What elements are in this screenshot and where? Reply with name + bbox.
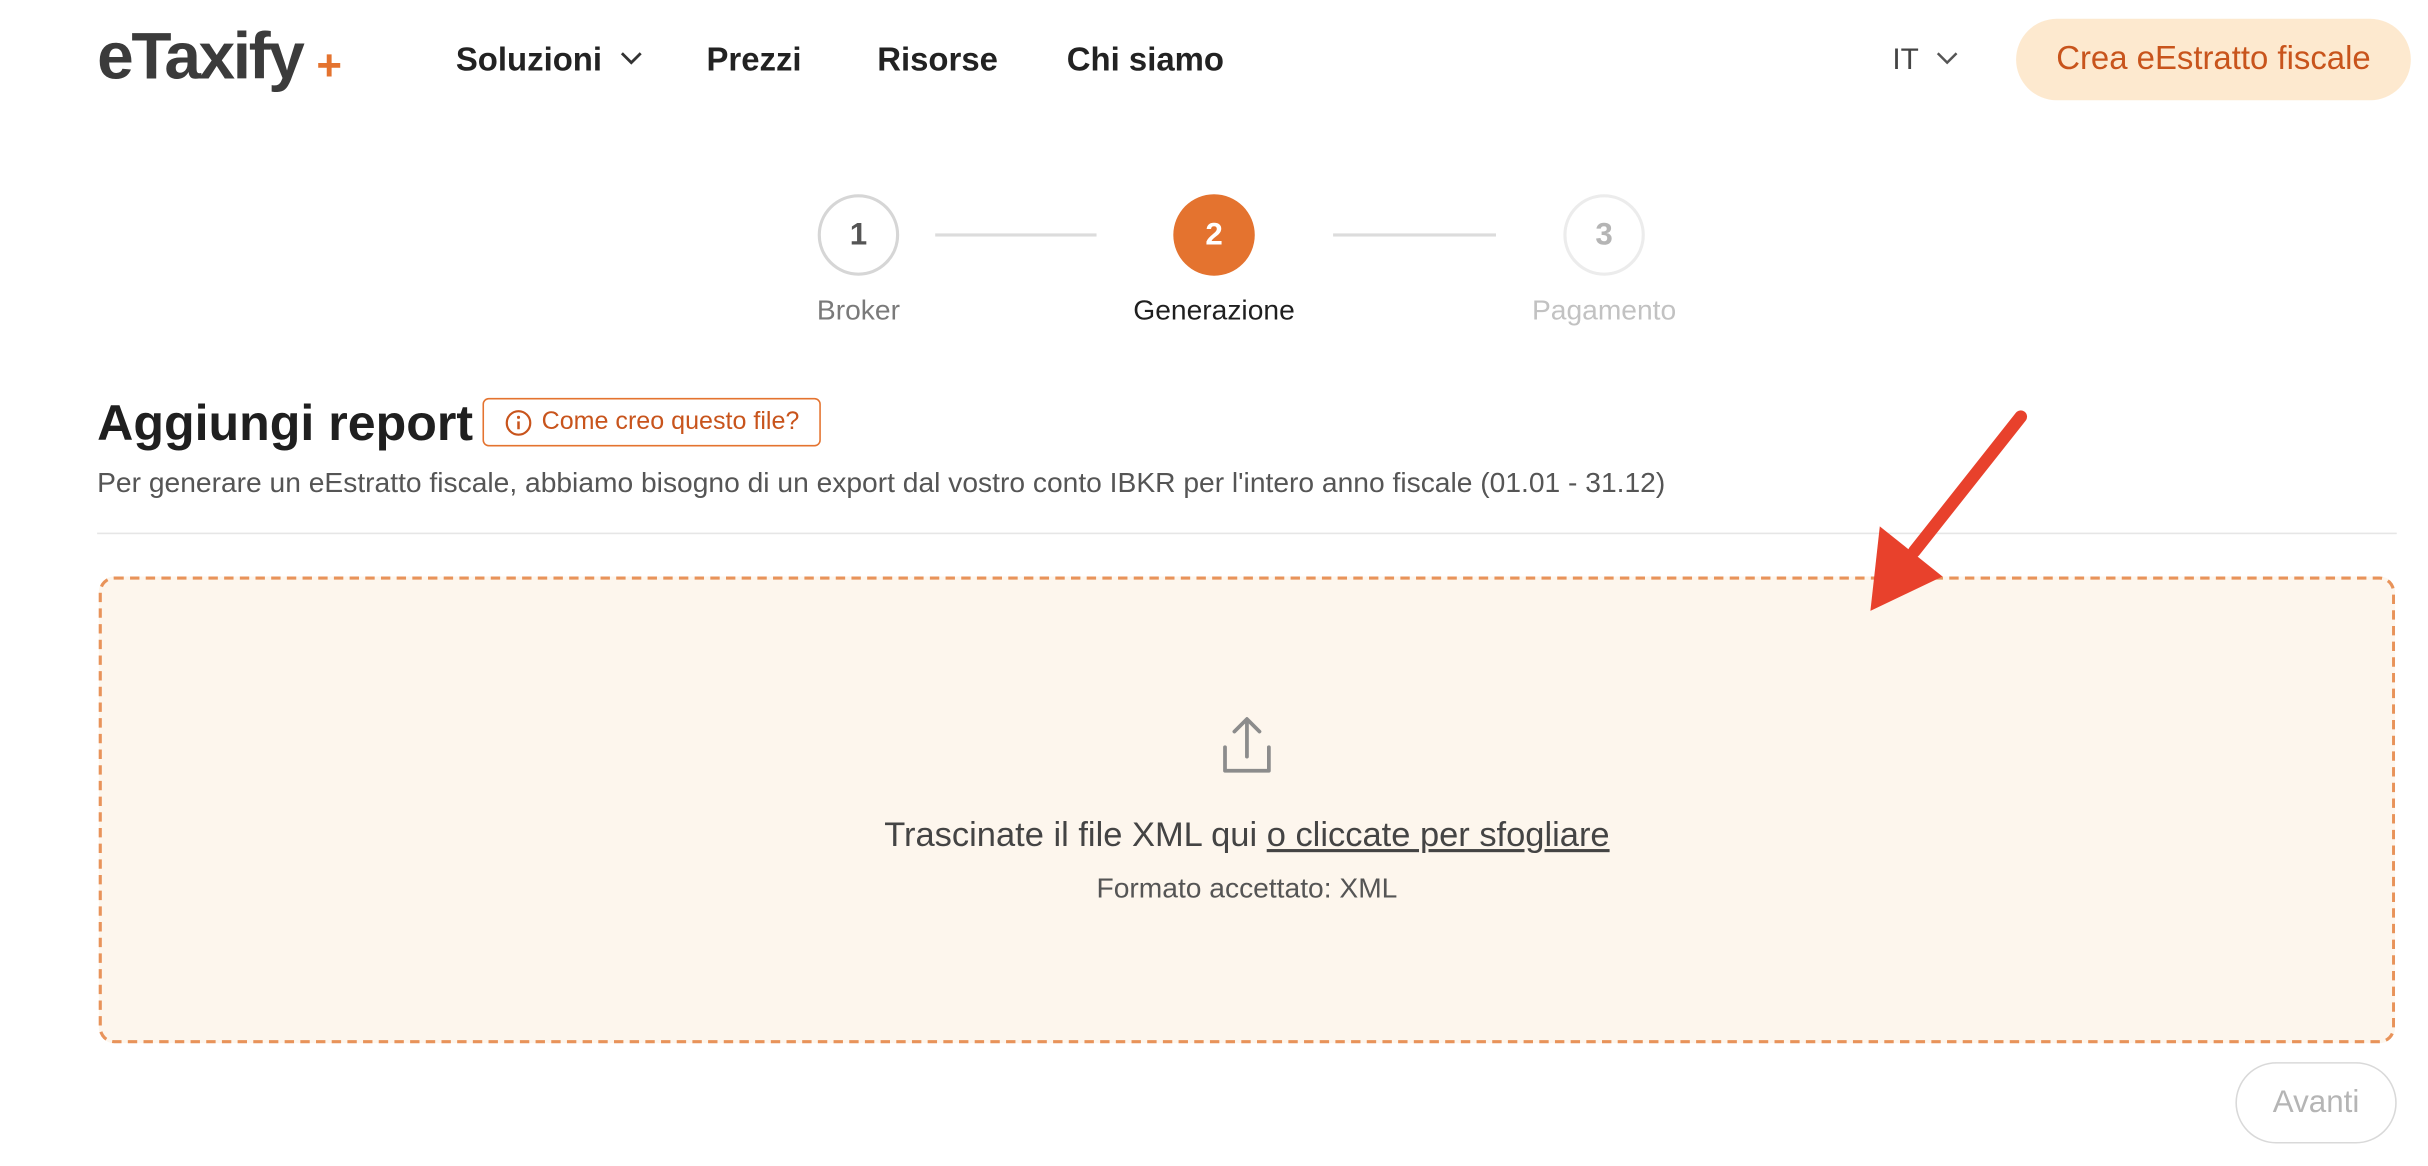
language-label: IT	[1892, 43, 1919, 77]
section-description: Per generare un eEstratto fiscale, abbia…	[97, 466, 1666, 499]
nav-item-chi-siamo[interactable]: Chi siamo	[1067, 38, 1224, 85]
step-3-circle: 3	[1563, 194, 1645, 276]
create-estratto-button[interactable]: Crea eEstratto fiscale	[2016, 18, 2411, 101]
nav-item-risorse[interactable]: Risorse	[877, 38, 998, 85]
step-1-label: Broker	[816, 294, 900, 326]
step-connector	[935, 233, 1097, 237]
logo[interactable]: eTaxify	[97, 19, 305, 94]
step-1-circle[interactable]: 1	[817, 194, 900, 276]
help-file-button[interactable]: Come creo questo file?	[482, 397, 821, 447]
nav-item-prezzi[interactable]: Prezzi	[706, 38, 801, 85]
step-2-label: Generazione	[1133, 294, 1295, 326]
chevron-down-icon	[1936, 52, 1958, 65]
upload-icon	[1223, 717, 1271, 773]
page-title: Aggiungi report	[97, 394, 474, 452]
browse-files-link[interactable]: o cliccate per sfogliare	[1267, 815, 1610, 854]
info-icon	[505, 409, 531, 436]
annotation-arrow-icon	[1870, 410, 2028, 611]
dropzone-text: Trascinate il file XML qui	[884, 814, 1258, 854]
language-selector[interactable]: IT	[1892, 38, 1958, 85]
step-connector	[1333, 233, 1497, 237]
dropzone-instructions: Trascinate il file XML qui o cliccate pe…	[0, 811, 2428, 858]
step-2-circle: 2	[1173, 194, 1255, 276]
next-button[interactable]: Avanti	[2235, 1062, 2397, 1144]
page: eTaxify + Soluzioni Prezzi Risorse Chi s…	[0, 0, 2428, 1161]
step-3-label: Pagamento	[1531, 294, 1677, 326]
logo-plus-icon: +	[316, 40, 343, 90]
nav-item-soluzioni[interactable]: Soluzioni	[456, 38, 643, 85]
nav-item-label: Soluzioni	[455, 42, 603, 79]
help-button-label: Come creo questo file?	[541, 408, 800, 435]
file-dropzone[interactable]	[98, 576, 2396, 1044]
accepted-format-note: Formato accettato: XML	[1096, 872, 1398, 904]
chevron-down-icon	[621, 52, 642, 66]
